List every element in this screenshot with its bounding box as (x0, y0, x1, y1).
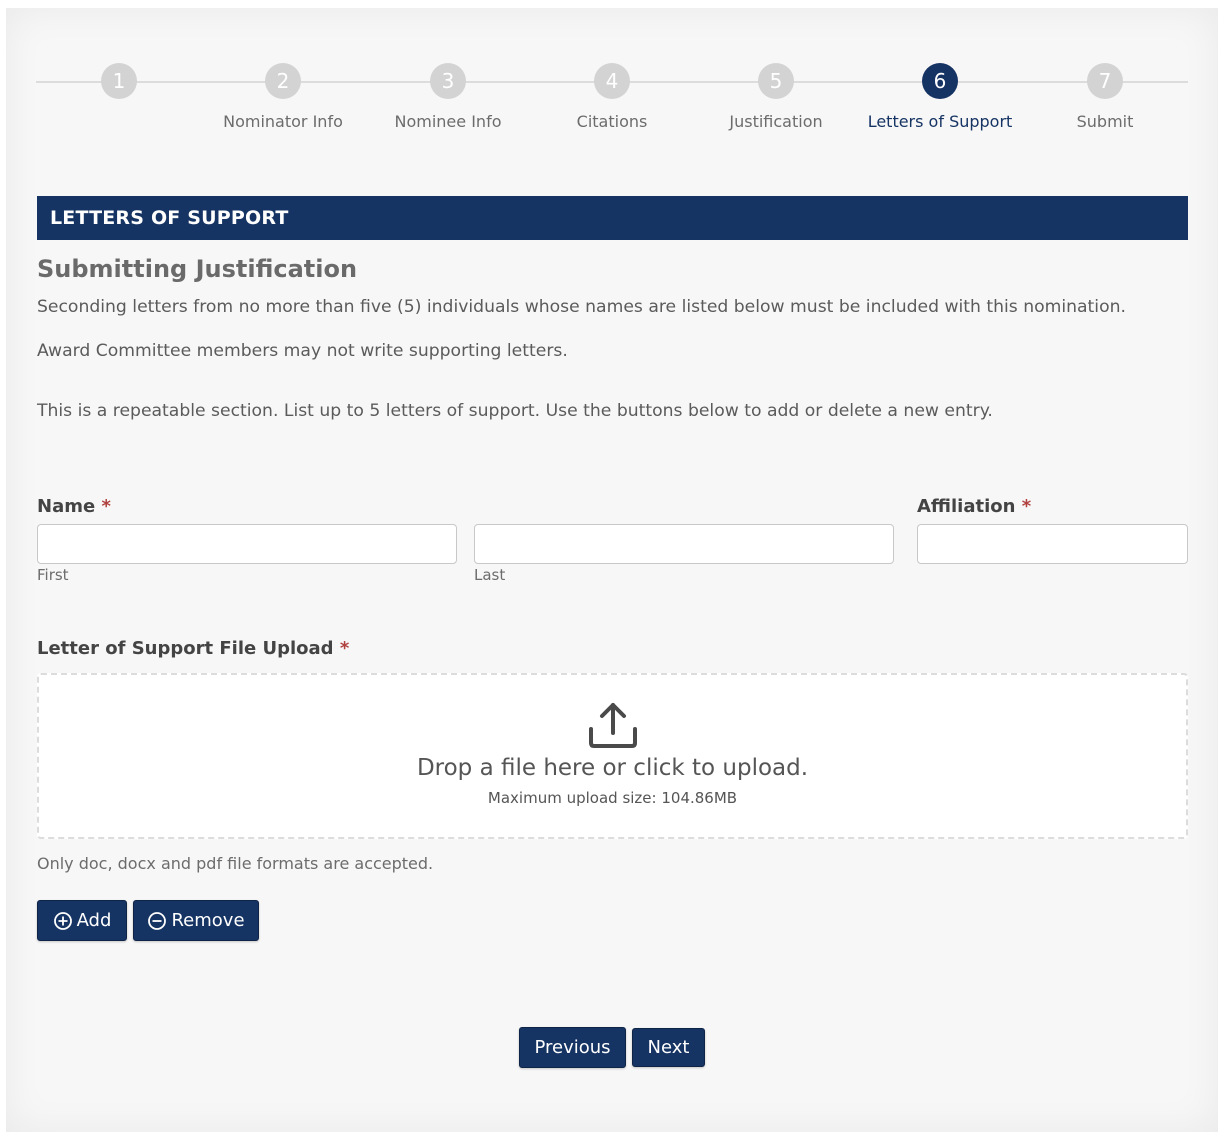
plus-circle-icon (53, 911, 72, 930)
progress-stepper: 1 2 Nominator Info 3 Nominee Info 4 Cita… (36, 63, 1188, 143)
file-formats-note: Only doc, docx and pdf file formats are … (37, 854, 434, 873)
upload-label-text: Letter of Support File Upload (37, 638, 334, 659)
form-page: 1 2 Nominator Info 3 Nominee Info 4 Cita… (6, 8, 1218, 1132)
step-nominator-info[interactable]: 2 Nominator Info (203, 63, 363, 131)
step-label: Submit (1076, 112, 1134, 131)
next-button[interactable]: Next (632, 1028, 705, 1067)
step-circle: 7 (1087, 63, 1123, 99)
step-submit[interactable]: 7 Submit (1025, 63, 1185, 131)
required-marker: * (1021, 496, 1032, 517)
name-label-text: Name (37, 496, 96, 517)
instructions-paragraph: Award Committee members may not write su… (37, 341, 568, 361)
section-subtitle: Submitting Justification (37, 255, 358, 283)
step-justification[interactable]: 5 Justification (696, 63, 856, 131)
upload-label: Letter of Support File Upload * (37, 638, 349, 659)
required-marker: * (101, 496, 111, 517)
step-label: Justification (729, 112, 823, 131)
section-title: LETTERS OF SUPPORT (37, 196, 1188, 240)
add-button-label: Add (76, 910, 112, 931)
step-circle: 4 (594, 63, 630, 99)
step-letters-of-support[interactable]: 6 Letters of Support (860, 63, 1020, 131)
step-label: Citations (576, 112, 648, 131)
add-entry-button[interactable]: Add (37, 900, 127, 941)
required-marker: * (339, 638, 350, 659)
step-label: Letters of Support (867, 112, 1013, 131)
step-circle: 5 (758, 63, 794, 99)
last-name-hint: Last (474, 566, 506, 584)
first-name-input[interactable] (37, 524, 457, 564)
step-circle: 6 (922, 63, 958, 99)
step-label: Nominee Info (394, 112, 502, 131)
step-circle: 1 (101, 63, 137, 99)
affiliation-label: Affiliation * (917, 496, 1031, 517)
remove-entry-button[interactable]: Remove (133, 900, 259, 941)
step-circle: 2 (265, 63, 301, 99)
last-name-input[interactable] (474, 524, 894, 564)
step-circle: 3 (430, 63, 466, 99)
instructions-paragraph: Seconding letters from no more than five… (37, 297, 1126, 317)
step-citations[interactable]: 4 Citations (532, 63, 692, 131)
remove-button-label: Remove (171, 910, 245, 931)
name-label: Name * (37, 496, 111, 517)
step-label: Nominator Info (223, 112, 343, 131)
affiliation-input[interactable] (917, 524, 1188, 564)
affiliation-label-text: Affiliation (917, 496, 1016, 517)
max-upload-size: Maximum upload size: 104.86MB (487, 789, 738, 807)
step-1[interactable]: 1 (39, 63, 199, 112)
instructions-paragraph: This is a repeatable section. List up to… (37, 401, 993, 421)
file-dropzone[interactable]: Drop a file here or click to upload. Max… (37, 673, 1188, 839)
minus-circle-icon (148, 911, 167, 930)
previous-button[interactable]: Previous (519, 1027, 626, 1068)
dropzone-text: Drop a file here or click to upload. (416, 755, 809, 781)
step-nominee-info[interactable]: 3 Nominee Info (368, 63, 528, 131)
upload-icon (588, 703, 637, 748)
first-name-hint: First (37, 566, 69, 584)
